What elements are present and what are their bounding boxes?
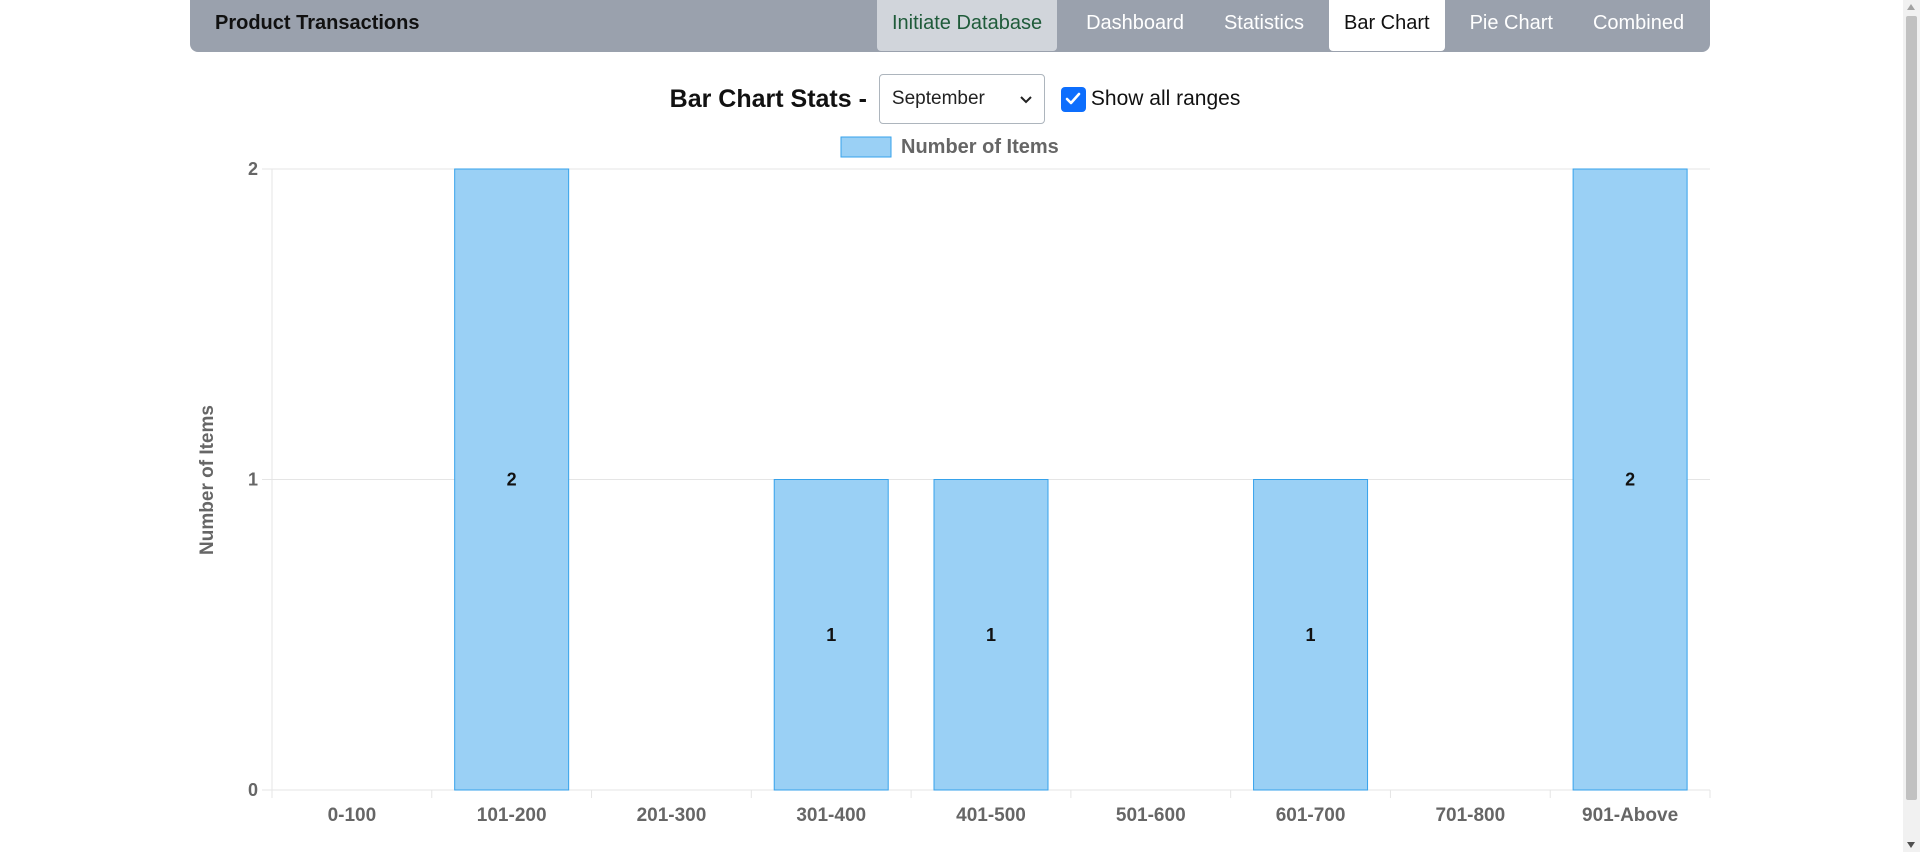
x-tick-label: 301-400 [796,805,866,826]
y-tick-label: 1 [248,470,258,490]
x-tick-label: 701-800 [1435,805,1505,826]
x-tick-label: 0-100 [328,805,377,826]
bar-data-label: 1 [826,625,836,645]
vertical-scrollbar[interactable] [1903,0,1920,852]
legend-label: Number of Items [901,136,1059,158]
bar-data-label: 1 [986,625,996,645]
x-tick-label: 101-200 [477,805,547,826]
scroll-thumb[interactable] [1906,16,1917,800]
bar-data-label: 2 [507,470,517,490]
x-tick-label: 401-500 [956,805,1026,826]
bar-data-label: 1 [1306,625,1316,645]
x-tick-label: 901-Above [1582,805,1678,826]
x-tick-label: 601-700 [1276,805,1346,826]
y-axis-title: Number of Items [197,405,218,555]
legend-swatch [840,136,892,158]
scroll-down-arrow-icon[interactable] [1907,842,1915,848]
scroll-up-arrow-icon[interactable] [1907,4,1915,10]
y-tick-label: 2 [248,159,258,179]
bar-data-label: 2 [1625,470,1635,490]
bar-chart: 0 1 2 0-100 2 101-200 201-300 1 301-400 1 401-500 5… [197,136,1711,826]
x-tick-label: 201-300 [637,805,707,826]
y-tick-label: 0 [248,780,258,800]
x-tick-label: 501-600 [1116,805,1186,826]
